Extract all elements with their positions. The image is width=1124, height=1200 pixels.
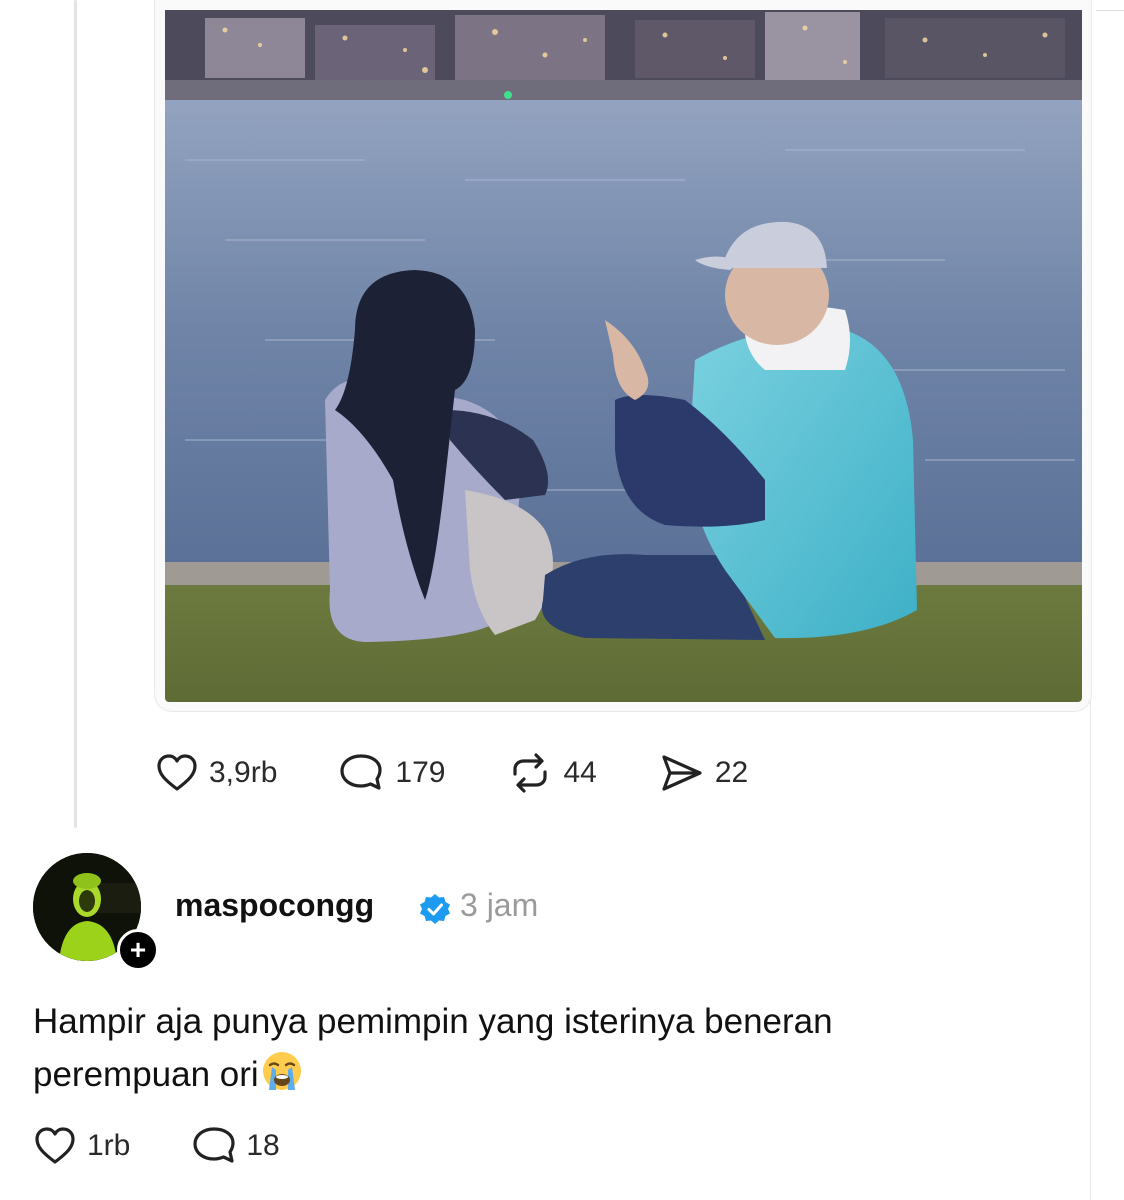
reply-like-button[interactable]: 1rb <box>33 1125 130 1167</box>
reply-username[interactable]: maspocongg <box>175 887 374 924</box>
like-button[interactable]: 3,9rb <box>155 752 277 794</box>
reply-button[interactable]: 179 <box>339 752 445 794</box>
send-icon <box>662 755 702 791</box>
verified-badge-icon <box>418 892 452 931</box>
reply-like-count: 1rb <box>87 1129 131 1162</box>
repost-icon <box>513 753 548 793</box>
crying-emoji-icon <box>261 1050 303 1107</box>
heart-icon <box>35 1127 75 1164</box>
heart-icon <box>157 754 197 791</box>
repost-button[interactable]: 44 <box>507 752 597 794</box>
reply-comment-count: 18 <box>246 1129 280 1162</box>
reply-text-line2: perempuan ori <box>33 1055 259 1094</box>
sea <box>165 100 1082 565</box>
reply-avatar-wrap[interactable]: + <box>33 853 159 971</box>
thread-connector-line <box>74 0 77 828</box>
reply-text: Hampir aja punya pemimpin yang isterinya… <box>33 995 1033 1107</box>
follow-button[interactable]: + <box>117 929 159 971</box>
like-count: 3,9rb <box>209 756 278 789</box>
reply-actions: 1rb 18 <box>33 1125 280 1167</box>
share-button[interactable]: 22 <box>659 752 748 794</box>
right-edge <box>1090 0 1124 1200</box>
comment-icon <box>340 754 382 790</box>
share-count: 22 <box>714 756 749 789</box>
reply-count: 179 <box>395 756 446 789</box>
plus-icon: + <box>129 934 147 965</box>
reply-text-line1: Hampir aja punya pemimpin yang isterinya… <box>33 1002 833 1041</box>
comment-icon <box>193 1127 235 1163</box>
post-actions: 3,9rb 179 44 22 <box>155 752 748 794</box>
reply-timestamp: 3 jam <box>460 887 539 923</box>
repost-count: 44 <box>563 756 597 789</box>
reply-comment-button[interactable]: 18 <box>192 1125 280 1167</box>
post-photo[interactable] <box>165 10 1082 702</box>
